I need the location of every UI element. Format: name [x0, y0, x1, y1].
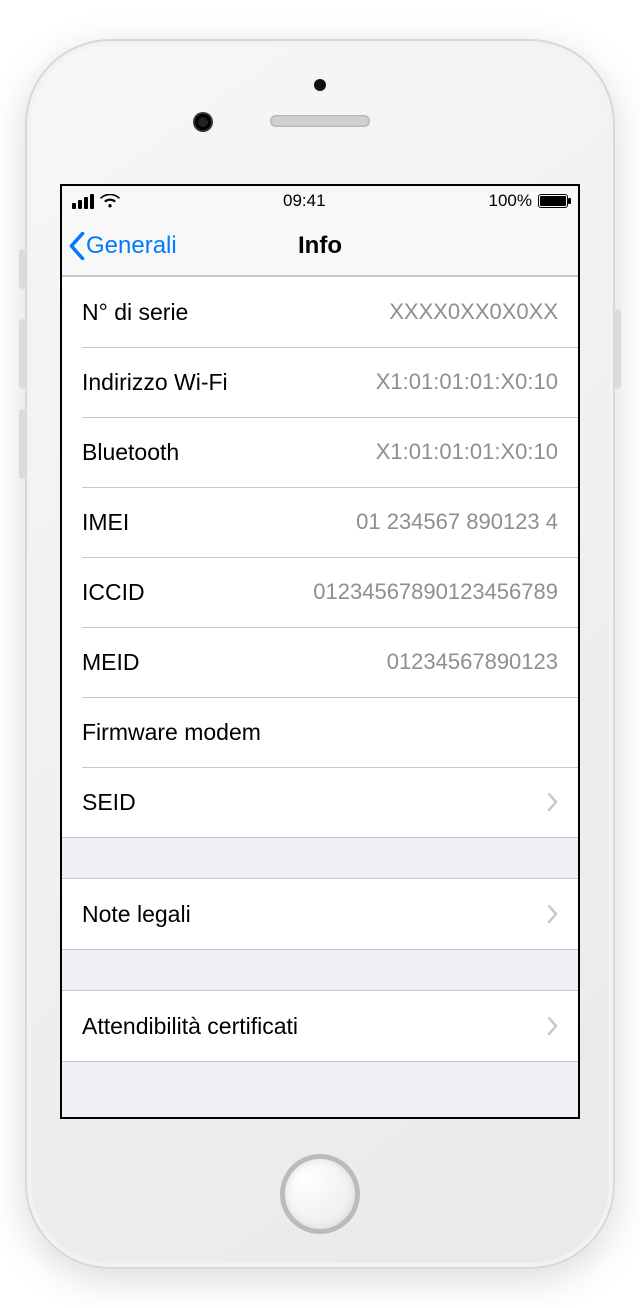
- chevron-right-icon: [548, 1017, 558, 1035]
- chevron-right-icon: [548, 905, 558, 923]
- value-imei: 01 234567 890123 4: [356, 509, 558, 535]
- content-area: N° di serie XXXX0XX0X0XX Indirizzo Wi-Fi…: [62, 276, 578, 1117]
- value-bluetooth: X1:01:01:01:X0:10: [376, 439, 558, 465]
- label-firmware: Firmware modem: [82, 719, 261, 746]
- home-button[interactable]: [280, 1154, 360, 1234]
- volume-down-button: [19, 409, 25, 479]
- legal-group: Note legali: [62, 878, 578, 950]
- status-bar: 09:41 100%: [62, 186, 578, 216]
- row-seid[interactable]: SEID: [62, 767, 578, 837]
- group-spacer: [62, 950, 578, 990]
- back-button[interactable]: Generali: [62, 232, 177, 260]
- value-serial: XXXX0XX0X0XX: [389, 299, 558, 325]
- label-imei: IMEI: [82, 509, 129, 536]
- back-label: Generali: [86, 232, 177, 260]
- cert-group: Attendibilità certificati: [62, 990, 578, 1062]
- front-camera: [195, 114, 211, 130]
- battery-percentage: 100%: [489, 191, 532, 211]
- label-cert: Attendibilità certificati: [82, 1013, 298, 1040]
- label-wifi: Indirizzo Wi-Fi: [82, 369, 228, 396]
- value-wifi: X1:01:01:01:X0:10: [376, 369, 558, 395]
- row-wifi-address: Indirizzo Wi-Fi X1:01:01:01:X0:10: [62, 347, 578, 417]
- row-meid: MEID 01234567890123: [62, 627, 578, 697]
- row-modem-firmware: Firmware modem: [62, 697, 578, 767]
- label-iccid: ICCID: [82, 579, 145, 606]
- row-iccid: ICCID 01234567890123456789: [62, 557, 578, 627]
- navigation-bar: Generali Info: [62, 216, 578, 276]
- row-imei: IMEI 01 234567 890123 4: [62, 487, 578, 557]
- earpiece-speaker: [270, 115, 370, 127]
- device-bottom-hardware: [280, 1119, 360, 1269]
- row-certificate-trust[interactable]: Attendibilità certificati: [62, 991, 578, 1061]
- label-legal: Note legali: [82, 901, 191, 928]
- label-serial: N° di serie: [82, 299, 188, 326]
- power-button: [615, 309, 621, 389]
- group-spacer: [62, 838, 578, 878]
- status-time: 09:41: [283, 191, 326, 211]
- value-meid: 01234567890123: [387, 649, 558, 675]
- device-top-hardware: [25, 39, 615, 184]
- cellular-signal-icon: [72, 194, 94, 209]
- iphone-device-frame: 09:41 100% Generali Info N° di serie XXX…: [25, 39, 615, 1269]
- mute-switch: [19, 249, 25, 289]
- row-serial-number: N° di serie XXXX0XX0X0XX: [62, 277, 578, 347]
- row-bluetooth: Bluetooth X1:01:01:01:X0:10: [62, 417, 578, 487]
- info-group: N° di serie XXXX0XX0X0XX Indirizzo Wi-Fi…: [62, 276, 578, 838]
- label-seid: SEID: [82, 789, 136, 816]
- chevron-left-icon: [68, 232, 86, 260]
- group-spacer: [62, 1062, 578, 1102]
- value-iccid: 01234567890123456789: [313, 579, 558, 605]
- label-bluetooth: Bluetooth: [82, 439, 179, 466]
- proximity-sensor: [314, 79, 326, 91]
- battery-icon: [538, 194, 568, 208]
- screen: 09:41 100% Generali Info N° di serie XXX…: [60, 184, 580, 1119]
- volume-up-button: [19, 319, 25, 389]
- wifi-icon: [100, 194, 120, 208]
- chevron-right-icon: [548, 793, 558, 811]
- row-legal-notes[interactable]: Note legali: [62, 879, 578, 949]
- label-meid: MEID: [82, 649, 140, 676]
